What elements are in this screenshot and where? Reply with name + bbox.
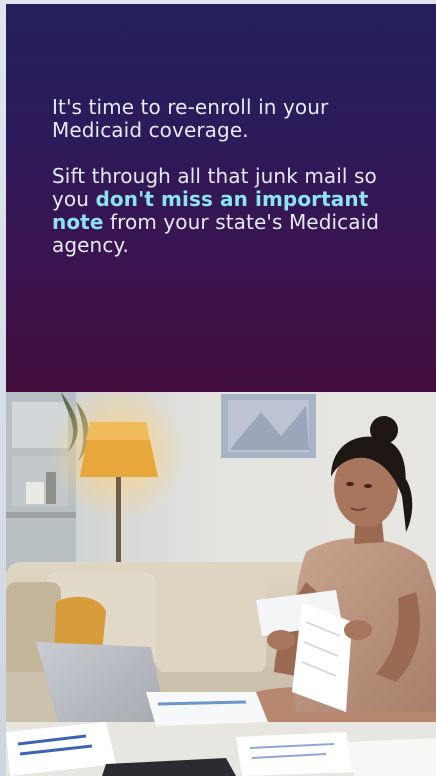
story-frame: It's time to re-enroll in your Medicaid … [0, 0, 436, 776]
message-copy: It's time to re-enroll in your Medicaid … [52, 96, 412, 257]
message-line-2: Sift through all that junk mail so you d… [52, 165, 412, 257]
photo-woman-reading-mail [6, 392, 436, 776]
message-line-1: It's time to re-enroll in your Medicaid … [52, 95, 329, 142]
message-panel: It's time to re-enroll in your Medicaid … [6, 4, 436, 392]
